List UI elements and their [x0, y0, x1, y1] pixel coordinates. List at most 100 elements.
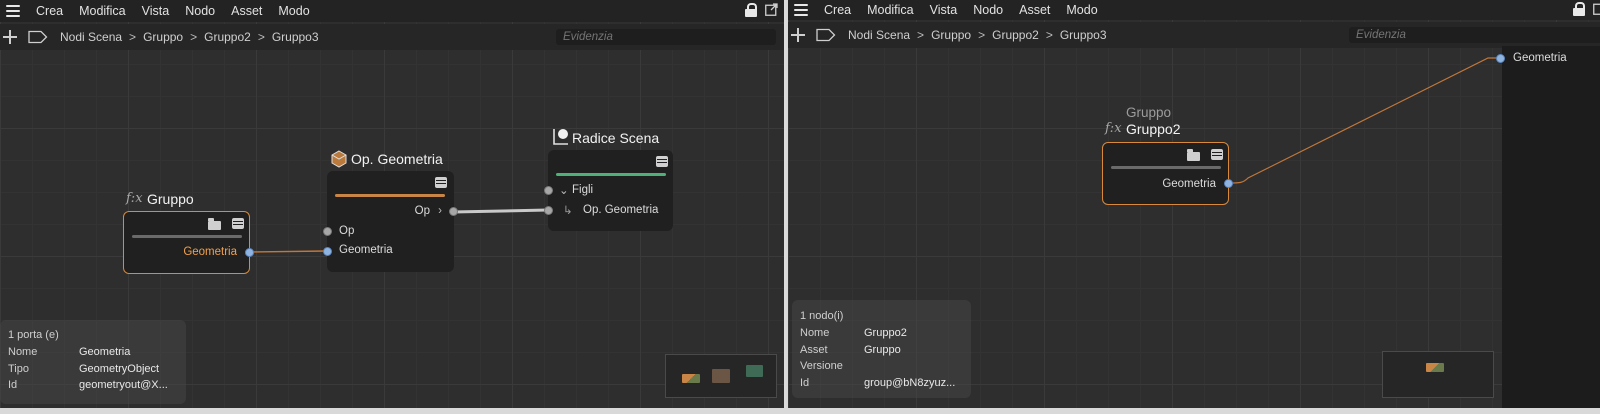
popout-icon[interactable]: [1593, 2, 1600, 15]
menu-asset[interactable]: Asset: [1019, 3, 1050, 17]
menu-bar: Crea Modifica Vista Nodo Asset Modo: [788, 0, 1600, 20]
menu-nodo[interactable]: Nodo: [973, 3, 1003, 17]
info-key: Nome: [800, 327, 830, 339]
node-op-geometria[interactable]: Op › Op Geometria: [327, 171, 454, 272]
input-port[interactable]: [544, 186, 553, 195]
menu-modifica[interactable]: Modifica: [867, 3, 914, 17]
port-label: Op. Geometria: [583, 204, 659, 216]
tag-icon[interactable]: [28, 30, 48, 44]
popout-icon[interactable]: [765, 3, 778, 16]
breadcrumb-separator: >: [190, 30, 198, 44]
fx-icon: f:x: [1105, 121, 1122, 136]
wire-op[interactable]: [452, 208, 549, 214]
info-value: geometryout@X...: [79, 379, 168, 391]
menu-modo[interactable]: Modo: [1066, 3, 1097, 17]
breadcrumb-item[interactable]: Gruppo2: [992, 28, 1039, 42]
hamburger-icon[interactable]: [6, 5, 20, 17]
minimap[interactable]: [1382, 351, 1494, 398]
list-icon[interactable]: [232, 218, 244, 229]
wire-geometria[interactable]: [1228, 57, 1501, 184]
minimap[interactable]: [665, 354, 777, 398]
chevron-down-icon[interactable]: ⌄: [559, 183, 569, 197]
node-bar: [335, 194, 445, 197]
breadcrumb-item[interactable]: Nodi Scena: [60, 30, 122, 44]
plus-icon[interactable]: [790, 27, 806, 43]
list-icon[interactable]: [656, 156, 668, 167]
info-value: Gruppo2: [864, 327, 907, 339]
hamburger-icon[interactable]: [794, 4, 808, 16]
node-title[interactable]: Gruppo2: [1126, 121, 1180, 137]
lock-icon[interactable]: [1573, 2, 1585, 16]
chevron-right-icon: ›: [438, 205, 442, 217]
minimap-node: [712, 369, 730, 383]
input-port[interactable]: [544, 206, 553, 215]
info-title: 1 porta (e): [8, 329, 59, 341]
port-label: Op: [414, 205, 430, 217]
external-ports-strip: [1502, 46, 1600, 408]
node-editor-left[interactable]: Crea Modifica Vista Nodo Asset Modo Nodi…: [0, 0, 786, 408]
menu-crea[interactable]: Crea: [36, 4, 63, 18]
menu-vista[interactable]: Vista: [142, 4, 170, 18]
breadcrumb-item[interactable]: Gruppo2: [204, 30, 251, 44]
port-label: Geometria: [339, 244, 393, 256]
node-bar: [132, 235, 242, 238]
info-value: GeometryObject: [79, 363, 160, 375]
menu-crea[interactable]: Crea: [824, 3, 851, 17]
list-icon[interactable]: [435, 177, 447, 188]
info-key: Tipo: [8, 363, 29, 375]
scene-root-icon: [553, 129, 568, 145]
menu-nodo[interactable]: Nodo: [185, 4, 215, 18]
list-icon[interactable]: [1211, 149, 1223, 160]
output-port[interactable]: [449, 207, 458, 216]
breadcrumb-item[interactable]: Gruppo3: [272, 30, 319, 44]
node-gruppo2[interactable]: Geometria: [1102, 142, 1229, 205]
node-title[interactable]: Radice Scena: [572, 130, 659, 146]
output-port[interactable]: [1224, 179, 1233, 188]
info-key: Id: [800, 377, 810, 389]
port-label: Geometria: [1162, 178, 1216, 190]
info-key: Asset: [800, 344, 828, 356]
external-input-port[interactable]: [1496, 54, 1505, 63]
child-branch-icon: ↳: [563, 205, 573, 217]
breadcrumb-separator: >: [978, 28, 986, 42]
breadcrumb-bar: Nodi Scena > Gruppo > Gruppo2 > Gruppo3: [0, 24, 784, 50]
node-gruppo[interactable]: Geometria: [123, 211, 250, 274]
lock-icon[interactable]: [745, 3, 757, 17]
info-key: Nome: [8, 346, 38, 358]
minimap-node: [746, 365, 763, 377]
search-input[interactable]: [1349, 27, 1600, 43]
output-port[interactable]: [245, 248, 254, 257]
node-bar: [1111, 166, 1221, 169]
menu-vista[interactable]: Vista: [930, 3, 958, 17]
breadcrumb-item[interactable]: Nodi Scena: [848, 28, 910, 42]
folder-icon[interactable]: [1187, 149, 1200, 161]
node-bar: [556, 173, 666, 176]
node-editor-right[interactable]: Crea Modifica Vista Nodo Asset Modo Nodi…: [788, 0, 1600, 408]
search-input[interactable]: [556, 29, 776, 45]
menu-asset[interactable]: Asset: [231, 4, 262, 18]
info-key: Versione: [800, 360, 843, 372]
wire-geometria[interactable]: [248, 250, 328, 253]
geometry-op-icon: [331, 150, 347, 168]
menu-modifica[interactable]: Modifica: [79, 4, 126, 18]
breadcrumb-separator: >: [917, 28, 925, 42]
breadcrumb-separator: >: [257, 30, 265, 44]
breadcrumb-item[interactable]: Gruppo3: [1060, 28, 1107, 42]
input-port[interactable]: [323, 227, 332, 236]
node-title[interactable]: Gruppo: [147, 191, 194, 207]
info-value: group@bN8zyuz...: [864, 377, 956, 389]
tag-icon[interactable]: [816, 28, 836, 42]
port-label: Figli: [572, 184, 594, 196]
menu-bar: Crea Modifica Vista Nodo Asset Modo: [0, 0, 784, 22]
folder-icon[interactable]: [208, 218, 221, 230]
info-title: 1 nodo(i): [800, 310, 844, 322]
info-panel: 1 nodo(i) Nome Gruppo2 Asset Gruppo Vers…: [792, 300, 971, 398]
plus-icon[interactable]: [2, 29, 18, 45]
breadcrumb-item[interactable]: Gruppo: [143, 30, 183, 44]
node-title[interactable]: Op. Geometria: [351, 151, 443, 167]
breadcrumb-item[interactable]: Gruppo: [931, 28, 971, 42]
menu-modo[interactable]: Modo: [278, 4, 309, 18]
port-label: Geometria: [183, 246, 237, 258]
node-radice-scena[interactable]: ⌄ Figli ↳ Op. Geometria: [548, 150, 673, 231]
input-port[interactable]: [323, 247, 332, 256]
